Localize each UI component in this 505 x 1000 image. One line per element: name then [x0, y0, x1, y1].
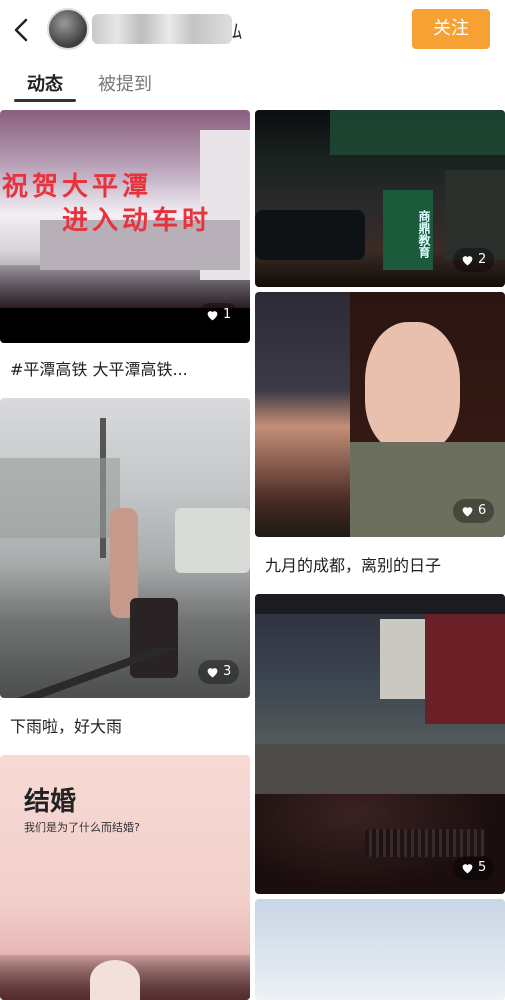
avatar[interactable]	[47, 8, 89, 50]
card-overlay-title: 结婚	[24, 787, 77, 817]
follow-button[interactable]: 关注	[412, 9, 490, 49]
feed-card-image[interactable]	[255, 899, 505, 1000]
shop-sign: 商鼎教育	[383, 190, 433, 270]
card-caption[interactable]: 下雨啦，好大雨	[10, 713, 122, 737]
card-caption[interactable]: 九月的成都，离别的日子	[265, 552, 441, 576]
card-overlay-line-1: 祝贺大平潭	[2, 172, 153, 202]
username-blurred	[92, 14, 232, 44]
like-count-badge: 2	[453, 248, 495, 272]
feed-card-image[interactable]: 商鼎教育 2	[255, 110, 505, 287]
tab-bar: 动态 被提到	[0, 62, 505, 106]
like-count: 5	[478, 860, 487, 875]
like-count: 3	[223, 664, 232, 679]
like-count-badge: 3	[198, 660, 240, 684]
active-tab-indicator	[14, 99, 76, 102]
heart-icon	[207, 311, 218, 321]
heart-icon	[207, 668, 218, 678]
shop-sign-text: 商鼎教育	[417, 210, 431, 258]
like-count-badge: 6	[453, 499, 495, 523]
feed-card-image[interactable]: 结婚 我们是为了什么而结婚?	[0, 755, 250, 1000]
like-count-badge: 1	[198, 303, 240, 327]
heart-icon	[462, 507, 473, 517]
like-count: 6	[478, 503, 487, 518]
like-count-badge: 5	[453, 856, 495, 880]
username-tail: ﾑ	[232, 19, 242, 43]
feed-card-image[interactable]: 3	[0, 398, 250, 698]
tab-mentions[interactable]: 被提到	[98, 70, 152, 96]
card-overlay-subtitle: 我们是为了什么而结婚?	[24, 821, 140, 834]
card-overlay-line-2: 进入动车时	[62, 206, 213, 236]
like-count: 2	[478, 252, 487, 267]
feed-card-image[interactable]: 祝贺大平潭 进入动车时 1	[0, 110, 250, 343]
feed-card-image[interactable]: 5	[255, 594, 505, 894]
like-count: 1	[223, 307, 232, 322]
top-bar: ﾑ 关注	[0, 0, 505, 62]
back-arrow-icon[interactable]	[8, 14, 34, 46]
heart-icon	[462, 256, 473, 266]
heart-icon	[462, 864, 473, 874]
tab-posts[interactable]: 动态	[27, 70, 63, 96]
feed-card-image[interactable]: 6	[255, 292, 505, 537]
card-caption[interactable]: #平潭高铁 大平潭高铁...	[10, 356, 188, 380]
